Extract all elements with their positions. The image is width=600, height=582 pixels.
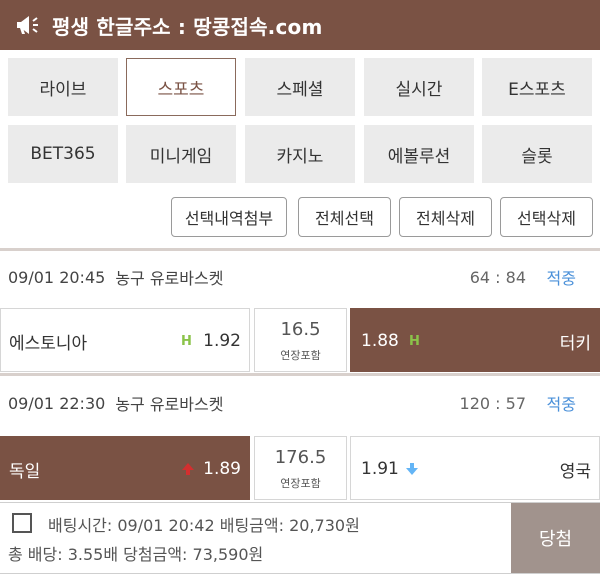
attach-selection-button[interactable]: 선택내역첨부 xyxy=(171,197,287,237)
match-result: 적중 xyxy=(546,395,576,414)
bet-checkbox[interactable] xyxy=(12,513,32,533)
home-team: 독일 xyxy=(9,461,41,482)
tab-minigame[interactable]: 미니게임 xyxy=(126,125,236,183)
select-all-button[interactable]: 전체선택 xyxy=(298,197,391,237)
handicap-cell: 16.5 연장포함 xyxy=(254,308,347,372)
away-odds: 1.91 xyxy=(361,459,399,479)
match-result: 적중 xyxy=(546,269,576,288)
megaphone-icon xyxy=(17,16,38,34)
tab-special[interactable]: 스페셜 xyxy=(245,58,355,116)
bet-odds-winnings: 총 배당: 3.55배 당첨금액: 73,590원 xyxy=(8,545,264,564)
tab-evolution[interactable]: 에볼루션 xyxy=(364,125,474,183)
odds-row: 독일 1.89 176.5 연장포함 1.91 영국 xyxy=(0,436,600,502)
arrow-up-icon xyxy=(181,437,195,501)
match-header: 09/01 20:45 농구 유로바스켓 64 : 84 적중 xyxy=(0,251,600,303)
match-league: 농구 유로바스켓 xyxy=(115,395,224,414)
home-odds-cell[interactable]: 독일 1.89 xyxy=(0,436,250,500)
away-odds-cell[interactable]: 1.88 H 터키 xyxy=(350,308,600,372)
away-odds-cell[interactable]: 1.91 영국 xyxy=(350,436,600,500)
home-odds: 1.92 xyxy=(203,331,241,351)
win-status-button[interactable]: 당첨 xyxy=(511,503,600,573)
odds-row: 에스토니아 H 1.92 16.5 연장포함 1.88 H 터키 xyxy=(0,308,600,374)
delete-selected-button[interactable]: 선택삭제 xyxy=(500,197,593,237)
match-score: 64 : 84 xyxy=(469,267,526,287)
tab-sports[interactable]: 스포츠 xyxy=(126,58,236,116)
arrow-down-icon xyxy=(405,437,419,501)
tab-esports[interactable]: E스포츠 xyxy=(482,58,592,116)
tab-live[interactable]: 라이브 xyxy=(8,58,118,116)
bet-actions: 선택내역첨부 전체선택 전체삭제 선택삭제 xyxy=(0,197,600,239)
away-team: 영국 xyxy=(559,461,591,482)
total-value: 176.5 xyxy=(274,447,327,468)
handicap-note: 연장포함 xyxy=(280,349,321,362)
total-note: 연장포함 xyxy=(280,477,321,490)
tab-realtime[interactable]: 실시간 xyxy=(364,58,474,116)
home-odds: 1.89 xyxy=(203,459,241,479)
home-team: 에스토니아 xyxy=(9,333,88,354)
match-league: 농구 유로바스켓 xyxy=(115,269,224,288)
match-datetime: 09/01 20:45 xyxy=(8,267,106,287)
bet-time-amount: 배팅시간: 09/01 20:42 배팅금액: 20,730원 xyxy=(48,516,360,535)
tab-bet365[interactable]: BET365 xyxy=(8,125,118,183)
total-cell: 176.5 연장포함 xyxy=(254,436,347,500)
tab-slot[interactable]: 슬롯 xyxy=(482,125,592,183)
category-grid: 라이브 스포츠 스페셜 실시간 E스포츠 BET365 미니게임 카지노 에볼루… xyxy=(0,50,600,190)
notice-banner: 평생 한글주소 : 땅콩접속.com xyxy=(0,0,600,50)
bet-summary: 배팅시간: 09/01 20:42 배팅금액: 20,730원 총 배당: 3.… xyxy=(0,502,600,574)
tab-casino[interactable]: 카지노 xyxy=(245,125,355,183)
match-header: 09/01 22:30 농구 유로바스켓 120 : 57 적중 xyxy=(0,377,600,429)
handicap-h-icon: H xyxy=(409,333,420,349)
match-datetime: 09/01 22:30 xyxy=(8,393,106,413)
home-odds-cell[interactable]: 에스토니아 H 1.92 xyxy=(0,308,250,372)
match-score: 120 : 57 xyxy=(459,393,526,413)
banner-title: 평생 한글주소 : 땅콩접속.com xyxy=(52,14,323,39)
away-odds: 1.88 xyxy=(361,331,399,351)
handicap-value: 16.5 xyxy=(280,319,321,340)
delete-all-button[interactable]: 전체삭제 xyxy=(399,197,492,237)
handicap-h-icon: H xyxy=(181,333,192,349)
divider xyxy=(0,373,600,376)
away-team: 터키 xyxy=(559,333,591,354)
